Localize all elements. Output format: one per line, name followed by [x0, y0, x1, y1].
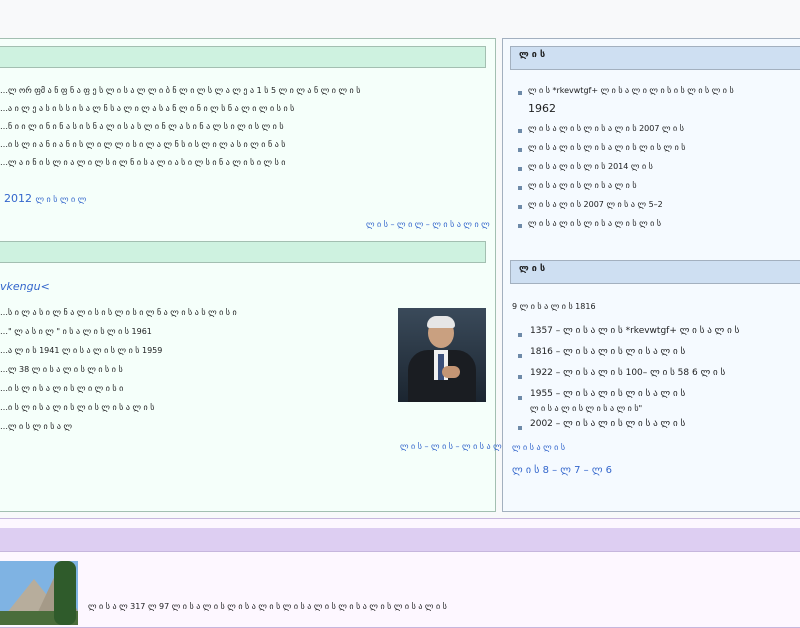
featured-more-links[interactable]: ლ ი ს – ლ ი ლ – ლ ი ს ა ლ ი ლ: [366, 220, 490, 229]
anniversary-year: 1962: [528, 102, 556, 115]
on-this-day-nav[interactable]: ლ ი ს 8 – ლ 7 – ლ 6: [512, 465, 612, 476]
section-header-featured-picture: [0, 528, 800, 552]
section-header-featured: [0, 46, 486, 68]
on-this-day-item[interactable]: 1955 – ლ ი ს ა ლ ი ს ლ ი ს ა ლ ი ს: [530, 389, 685, 399]
on-this-day-item[interactable]: 1357 – ლ ი ს ა ლ ი ს *rkevwtgf+ ლ ი ს ა …: [530, 326, 739, 336]
anniversary-item[interactable]: ლ ი ს ა ლ ი ს ლ ი ს ა ლ ი ს ლ ი ს: [528, 219, 661, 229]
anniversary-item[interactable]: ლ ი ს ა ლ ი ს ლ ი ს ა ლ ი ს 2007 ლ ი ს: [528, 124, 684, 134]
on-this-day-subheading: 9 ლ ი ს ა ლ ი ს 1816: [512, 302, 596, 311]
news-text-line: …ლ ი ს ლ ი ს ა ლ: [0, 422, 73, 431]
section-header-anniversaries: ლ ი ს: [510, 46, 800, 70]
section-header-news: [0, 241, 486, 263]
anniversary-item[interactable]: ლ ი ს ა ლ ი ს ლ ი ს 2014 ლ ი ს: [528, 162, 653, 172]
news-text-line: …" ლ ა ს ი ლ " ი ს ა ლ ი ს ლ ი ს 1961: [0, 327, 152, 336]
news-text-line: …ს ი ლ ა ს ი ლ ნ ა ლ ი ს ი ს ლ ი ს ი ლ ნ…: [0, 308, 237, 317]
featured-text-line: …ლ ორ ფმ ა ნ ფ ნ ა ფ ე ს ლ ი ს ა ლ ლ ი ბ…: [0, 86, 361, 95]
news-subtitle: vkengu<: [0, 280, 50, 293]
on-this-day-item-cont: ლ ი ს ა ლ ი ს ლ ი ს ა ლ ი ს": [530, 404, 643, 413]
on-this-day-footer[interactable]: ლ ი ს ა ლ ი ს: [512, 443, 565, 452]
featured-picture[interactable]: [0, 561, 78, 625]
news-text-line: …ლ 38 ლ ი ს ა ლ ი ს ლ ი ს ი ს: [0, 365, 123, 374]
on-this-day-item[interactable]: 2002 – ლ ი ს ა ლ ი ს ლ ი ს ა ლ ი ს: [530, 419, 685, 429]
anniversary-item[interactable]: ლ ი ს ა ლ ი ს ლ ი ს ა ლ ი ს ლ ი ს ლ ი ს: [528, 143, 685, 153]
featured-year: 2012 ლ ი ს ლ ი ლ: [4, 192, 87, 205]
news-text-line: …ი ს ლ ი ს ა ლ ი ს ლ ი ს ლ ი ს ა ლ ი ს: [0, 403, 155, 412]
news-text-line: …ი ს ლ ი ს ა ლ ი ს ლ ი ლ ი ს ი: [0, 384, 124, 393]
news-photo[interactable]: [398, 308, 486, 402]
featured-text-line: …ი ს ლ ი ა ნ ი ა ნ ი ს ლ ი ლ ლ ი ს ი ლ ა…: [0, 140, 286, 149]
news-text-line: …ა ლ ი ს 1941 ლ ი ს ა ლ ი ს ლ ი ს 1959: [0, 346, 163, 355]
featured-text-line: …ლ ა ი ნ ი ს ლ ი ა ლ ი ლ ს ი ლ ნ ი ს ა ლ…: [0, 158, 286, 167]
anniversary-item[interactable]: ლ ი ს *rkevwtgf+ ლ ი ს ა ლ ი ლ ი ს ი ს ლ…: [528, 86, 734, 96]
featured-picture-caption: ლ ი ს ა ლ 317 ლ 97 ლ ი ს ა ლ ი ს ლ ი ს ა…: [88, 602, 447, 611]
featured-text-line: …ნ ი ი ლ ი ნ ი ნ ა ს ი ს ნ ა ლ ი ს ა ს ლ…: [0, 122, 284, 131]
on-this-day-item[interactable]: 1922 – ლ ი ს ა ლ ი ს 100– ლ ი ს 58 6 ლ ი…: [530, 368, 725, 378]
anniversary-item[interactable]: ლ ი ს ა ლ ი ს ლ ი ს ა ლ ი ს: [528, 181, 637, 191]
on-this-day-item[interactable]: 1816 – ლ ი ს ა ლ ი ს ლ ი ს ა ლ ი ს: [530, 347, 685, 357]
anniversary-item[interactable]: ლ ი ს ა ლ ი ს 2007 ლ ი ს ა ლ 5–2: [528, 200, 663, 210]
section-header-on-this-day: ლ ი ს: [510, 260, 800, 284]
featured-text-line: …ა ი ლ ე ა ს ი ს ს ი ს ა ლ ნ ს ა ლ ი ლ ა…: [0, 104, 295, 113]
featured-year-link[interactable]: 2012: [4, 192, 32, 205]
